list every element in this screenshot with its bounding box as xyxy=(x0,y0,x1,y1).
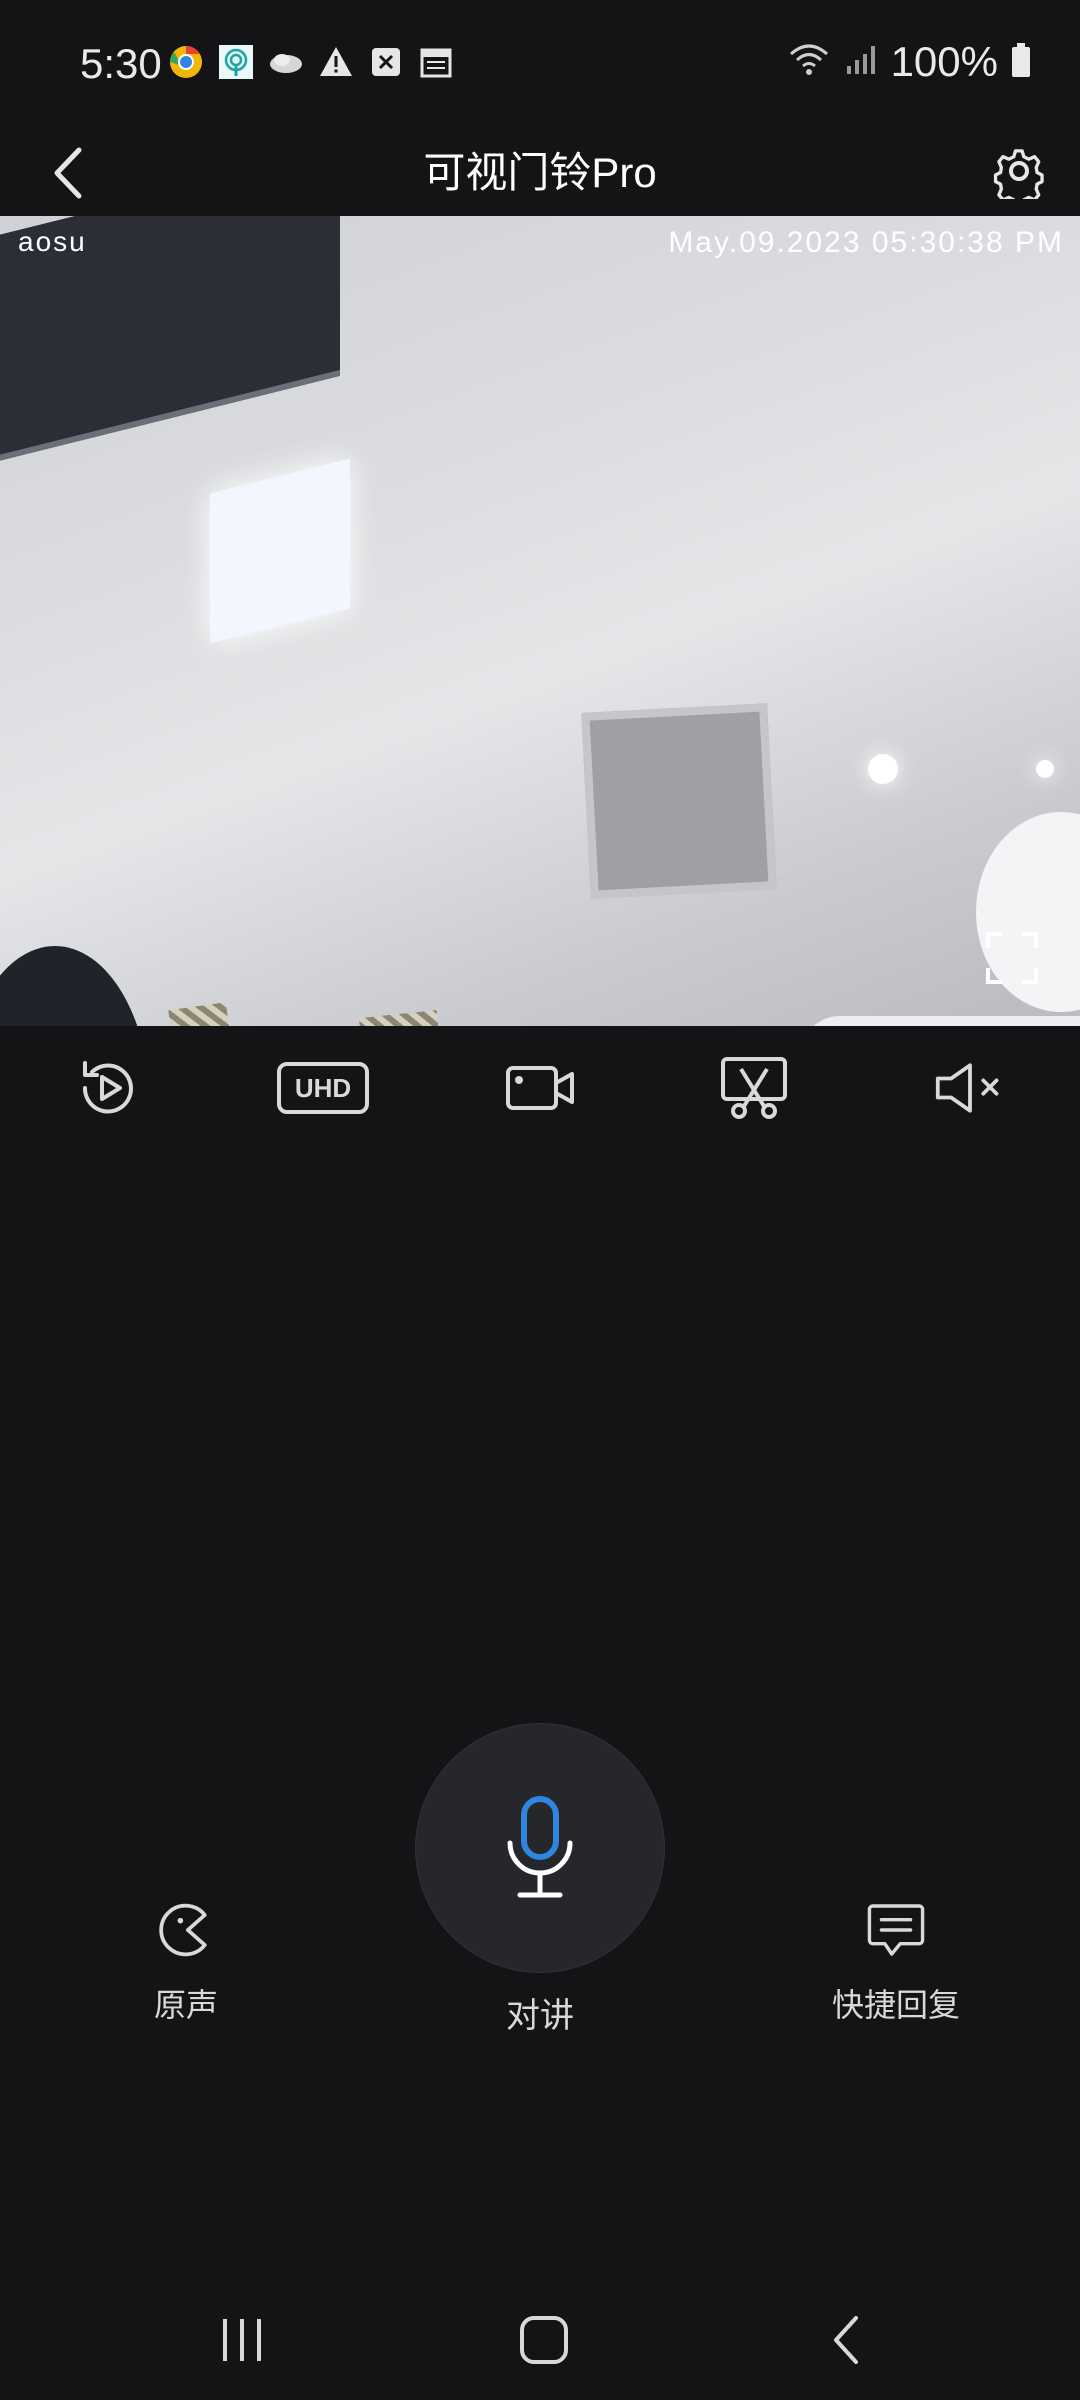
record-button[interactable] xyxy=(504,1052,576,1124)
video-timestamp: May.09.2023 05:30:38 PM xyxy=(668,226,1064,259)
close-box-icon xyxy=(368,44,404,80)
scissors-icon xyxy=(721,1057,787,1119)
home-icon xyxy=(520,2316,568,2364)
talk-button[interactable] xyxy=(416,1724,664,1972)
talk-label: 对讲 xyxy=(506,1997,574,2035)
microphone-icon xyxy=(507,1796,573,1898)
live-video-feed[interactable] xyxy=(0,216,1080,1026)
voice-change-icon xyxy=(156,1900,216,1960)
hotspot-icon xyxy=(218,44,254,80)
status-bar: 5:30 100% xyxy=(0,0,1080,130)
screenshot-button[interactable] xyxy=(718,1052,790,1124)
wifi-icon xyxy=(787,42,831,83)
cloud-icon xyxy=(268,44,304,80)
back-icon xyxy=(834,2316,858,2364)
status-time: 5:30 xyxy=(80,40,162,87)
quick-reply-button[interactable]: 快捷回复 xyxy=(786,1900,1006,2070)
battery-icon xyxy=(1010,42,1032,83)
system-nav-bar xyxy=(0,2280,1080,2400)
chrome-icon xyxy=(168,44,204,80)
notification-icons xyxy=(168,44,454,80)
recent-apps-button[interactable] xyxy=(202,2310,282,2370)
robot-body xyxy=(800,1016,1080,1026)
nav-back-button[interactable] xyxy=(806,2310,886,2370)
spot-light xyxy=(868,754,898,784)
original-voice-label: 原声 xyxy=(153,1987,218,2023)
quality-button[interactable]: UHD xyxy=(276,1052,370,1124)
air-vent xyxy=(168,1002,234,1026)
fullscreen-icon xyxy=(986,932,1038,984)
app-header: 可视门铃Pro xyxy=(0,130,1080,216)
chevron-left-icon xyxy=(54,147,82,199)
ceiling-light xyxy=(210,458,350,644)
spot-light xyxy=(1036,760,1054,778)
brand-watermark: aosu xyxy=(18,226,87,257)
replay-icon xyxy=(82,1061,133,1114)
video-camera-icon xyxy=(506,1066,574,1110)
person-hair xyxy=(0,946,150,1026)
page-title: 可视门铃Pro xyxy=(423,149,657,196)
status-right: 100% xyxy=(787,38,1032,86)
quick-reply-label: 快捷回复 xyxy=(831,1987,960,2023)
signal-icon xyxy=(843,42,879,83)
mute-button[interactable] xyxy=(934,1052,1006,1124)
back-button[interactable] xyxy=(38,130,98,216)
original-voice-button[interactable]: 原声 xyxy=(76,1900,296,2070)
playback-button[interactable] xyxy=(72,1052,144,1124)
video-toolbar: UHD xyxy=(0,1026,1080,1152)
recent-apps-icon xyxy=(223,2319,261,2361)
ceiling-vent xyxy=(581,703,777,899)
message-icon xyxy=(866,1900,926,1960)
settings-button[interactable] xyxy=(984,136,1054,206)
uhd-label: UHD xyxy=(294,1073,352,1103)
warning-icon xyxy=(318,44,354,80)
speaker-muted-icon xyxy=(935,1063,999,1113)
calendar-icon xyxy=(418,44,454,80)
fullscreen-button[interactable] xyxy=(984,930,1040,986)
gear-icon xyxy=(993,149,1044,199)
battery-percent: 100% xyxy=(890,38,998,85)
air-vent xyxy=(358,1010,444,1026)
home-button[interactable] xyxy=(504,2310,584,2370)
